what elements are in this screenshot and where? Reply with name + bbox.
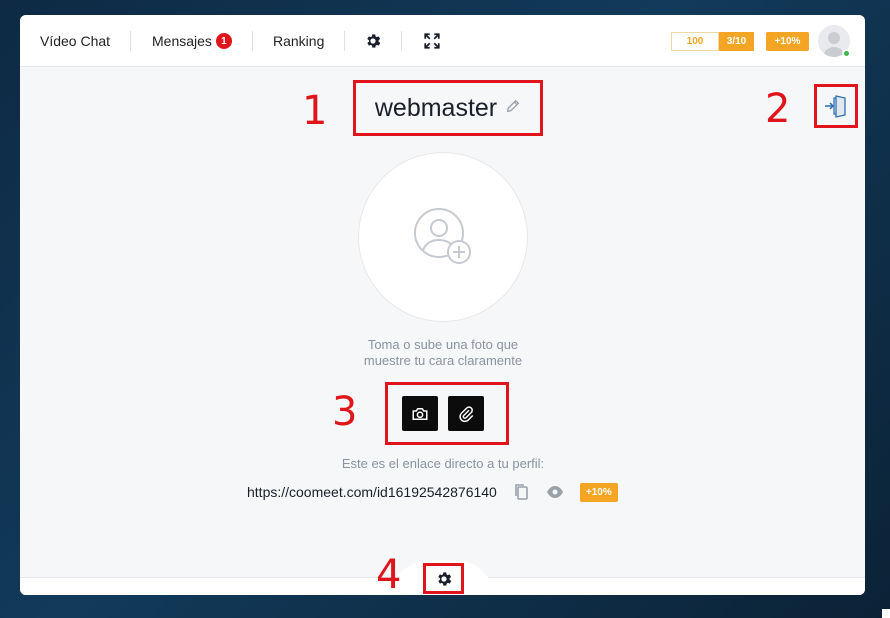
coins-counter[interactable]: 100 bbox=[671, 32, 719, 51]
nav-ranking[interactable]: Ranking bbox=[273, 15, 324, 67]
annotation-number-2: 2 bbox=[765, 86, 791, 132]
background-corner bbox=[882, 609, 890, 618]
fullscreen-icon bbox=[424, 33, 440, 49]
nav-video-chat-label: Vídeo Chat bbox=[40, 33, 111, 49]
messages-count-badge: 1 bbox=[215, 33, 232, 49]
profile-link-url[interactable]: https://coomeet.com/id16192542876140 bbox=[247, 484, 497, 500]
bonus-badge[interactable]: +10% bbox=[766, 32, 809, 51]
nav-separator bbox=[344, 31, 345, 51]
logout-button[interactable] bbox=[814, 84, 858, 128]
camera-icon bbox=[412, 407, 428, 420]
copy-icon bbox=[515, 484, 528, 500]
settings-button[interactable] bbox=[363, 15, 383, 67]
user-avatar-button[interactable] bbox=[818, 25, 851, 58]
annotation-number-3: 3 bbox=[332, 389, 358, 435]
top-navigation-bar: Vídeo Chat Mensajes 1 Ranking 100 3/10 +… bbox=[20, 15, 865, 67]
profile-link-row: https://coomeet.com/id16192542876140 +10… bbox=[247, 481, 618, 503]
upload-file-button[interactable] bbox=[448, 396, 484, 431]
online-status-dot bbox=[842, 49, 851, 58]
photo-hint-line: muestre tu cara claramente bbox=[363, 353, 523, 368]
nav-separator bbox=[130, 31, 131, 51]
logout-door-icon bbox=[825, 95, 846, 118]
eye-icon bbox=[546, 486, 563, 498]
username-area: webmaster bbox=[353, 80, 543, 136]
fullscreen-button[interactable] bbox=[422, 15, 442, 67]
nav-messages[interactable]: Mensajes 1 bbox=[152, 15, 232, 67]
nav-separator bbox=[401, 31, 402, 51]
annotation-number-1: 1 bbox=[302, 88, 328, 134]
photo-hint-text: Toma o sube una foto que muestre tu cara… bbox=[293, 337, 593, 369]
nav-separator bbox=[252, 31, 253, 51]
coins-value: 100 bbox=[686, 36, 704, 47]
photo-actions bbox=[385, 382, 509, 445]
profile-window: Vídeo Chat Mensajes 1 Ranking 100 3/10 +… bbox=[20, 15, 865, 595]
footer-settings-button[interactable] bbox=[423, 563, 464, 594]
photo-hint-line: Toma o sube una foto que bbox=[367, 337, 519, 352]
level-value: 3/10 bbox=[726, 36, 747, 47]
gear-icon bbox=[367, 34, 381, 48]
level-counter[interactable]: 3/10 bbox=[719, 32, 754, 51]
annotation-number-4: 4 bbox=[376, 552, 402, 595]
nav-video-chat[interactable]: Vídeo Chat bbox=[40, 15, 110, 67]
paperclip-icon bbox=[459, 405, 474, 422]
username: webmaster bbox=[374, 93, 498, 122]
profile-link-label: Este es el enlace directo a tu perfil: bbox=[341, 456, 545, 471]
nav-messages-label: Mensajes bbox=[152, 33, 212, 49]
take-photo-button[interactable] bbox=[402, 396, 438, 431]
link-bonus-badge: +10% bbox=[579, 482, 618, 502]
gear-icon bbox=[437, 571, 451, 586]
edit-username-button[interactable] bbox=[505, 98, 521, 119]
bonus-value: +10% bbox=[774, 36, 801, 47]
add-user-photo-icon bbox=[414, 208, 471, 264]
upload-photo-area[interactable] bbox=[358, 152, 528, 322]
pencil-icon bbox=[506, 99, 520, 112]
view-profile-button[interactable] bbox=[546, 485, 564, 499]
copy-link-button[interactable] bbox=[513, 483, 529, 501]
nav-ranking-label: Ranking bbox=[273, 33, 325, 49]
